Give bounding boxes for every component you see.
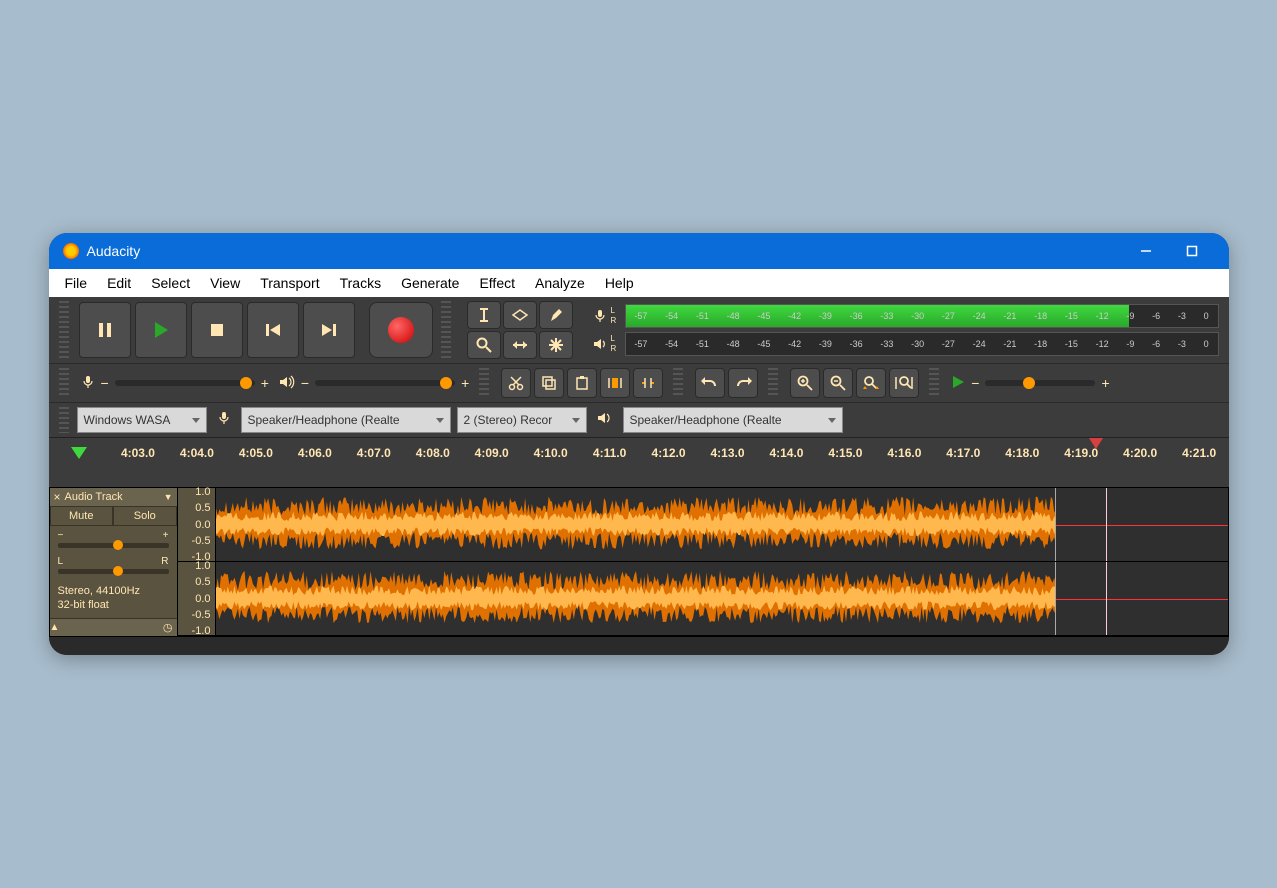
play-button[interactable] xyxy=(135,302,187,358)
toolbar-grip[interactable] xyxy=(59,368,69,398)
waveform-left[interactable] xyxy=(216,488,1228,561)
recording-channels-combo[interactable]: 2 (Stereo) Recor xyxy=(457,407,587,433)
undo-button[interactable] xyxy=(695,368,725,398)
playback-volume-slider[interactable]: − + xyxy=(279,375,469,392)
transport-controls xyxy=(79,302,355,358)
zoom-out-button[interactable] xyxy=(823,368,853,398)
vertical-scale[interactable]: 1.0 0.5 0.0 -0.5 -1.0 xyxy=(178,562,216,635)
track-dropdown-icon[interactable]: ▼ xyxy=(164,492,173,502)
toolbar-grip[interactable] xyxy=(59,301,69,359)
pause-button[interactable] xyxy=(79,302,131,358)
toolbar-grip[interactable] xyxy=(479,368,489,398)
audio-host-combo[interactable]: Windows WASA xyxy=(77,407,207,433)
zoom-in-button[interactable] xyxy=(790,368,820,398)
fit-project-button[interactable] xyxy=(889,368,919,398)
audio-track: × Audio Track ▼ Mute Solo −+ LR Ster xyxy=(49,487,1229,637)
silence-button[interactable] xyxy=(633,368,663,398)
close-track-button[interactable]: × xyxy=(54,490,61,504)
stop-button[interactable] xyxy=(191,302,243,358)
timeline-ruler[interactable]: 4:03.04:04.04:05.04:06.04:07.04:08.04:09… xyxy=(49,437,1229,467)
toolbar-grip[interactable] xyxy=(59,407,69,433)
playback-device-combo[interactable]: Speaker/Headphone (Realte xyxy=(623,407,843,433)
skip-start-button[interactable] xyxy=(247,302,299,358)
playback-meter[interactable]: LR -57-54-51-48-45-42-39-36-33-30-27-24-… xyxy=(589,331,1219,357)
solo-button[interactable]: Solo xyxy=(113,506,177,526)
pan-slider[interactable]: LR xyxy=(50,552,177,578)
mic-icon xyxy=(213,411,235,430)
trim-button[interactable] xyxy=(600,368,630,398)
redo-button[interactable] xyxy=(728,368,758,398)
menu-select[interactable]: Select xyxy=(141,275,200,291)
menu-view[interactable]: View xyxy=(200,275,250,291)
track-name[interactable]: Audio Track xyxy=(65,491,160,503)
draw-tool[interactable] xyxy=(539,301,573,329)
paste-button[interactable] xyxy=(567,368,597,398)
collapse-button[interactable]: ▲ xyxy=(50,622,60,633)
envelope-tool[interactable] xyxy=(503,301,537,329)
menu-file[interactable]: File xyxy=(55,275,98,291)
menu-effect[interactable]: Effect xyxy=(469,275,525,291)
toolbar-grip[interactable] xyxy=(768,368,778,398)
gain-slider[interactable]: −+ xyxy=(50,526,177,552)
fit-selection-button[interactable] xyxy=(856,368,886,398)
zoom-toolbar xyxy=(790,368,919,398)
cut-button[interactable] xyxy=(501,368,531,398)
speaker-icon xyxy=(279,375,295,392)
track-area: × Audio Track ▼ Mute Solo −+ LR Ster xyxy=(49,467,1229,655)
recording-meter[interactable]: LR -57-54-51-48-45-42-39-36-33-30-27-24-… xyxy=(589,303,1219,329)
vertical-scale[interactable]: 1.0 0.5 0.0 -0.5 -1.0 xyxy=(178,488,216,561)
waveform-right[interactable] xyxy=(216,562,1228,635)
app-title: Audacity xyxy=(87,243,141,259)
speaker-icon xyxy=(589,333,611,355)
mute-button[interactable]: Mute xyxy=(50,506,114,526)
titlebar[interactable]: Audacity xyxy=(49,233,1229,269)
app-icon xyxy=(63,243,79,259)
track-control-panel: × Audio Track ▼ Mute Solo −+ LR Ster xyxy=(50,488,178,636)
right-channel: 1.0 0.5 0.0 -0.5 -1.0 xyxy=(178,562,1228,636)
selection-tool[interactable] xyxy=(467,301,501,329)
copy-button[interactable] xyxy=(534,368,564,398)
recording-volume-slider[interactable]: − + xyxy=(81,375,269,392)
menu-edit[interactable]: Edit xyxy=(97,275,141,291)
menu-help[interactable]: Help xyxy=(595,275,644,291)
menu-analyze[interactable]: Analyze xyxy=(525,275,595,291)
record-icon xyxy=(388,317,414,343)
track-info: Stereo, 44100Hz 32-bit float xyxy=(50,578,177,618)
zoom-tool[interactable] xyxy=(467,331,501,359)
menubar: File Edit Select View Transport Tracks G… xyxy=(49,269,1229,297)
maximize-button[interactable] xyxy=(1169,233,1215,269)
left-channel: 1.0 0.5 0.0 -0.5 -1.0 xyxy=(178,488,1228,562)
multi-tool[interactable] xyxy=(539,331,573,359)
mic-icon xyxy=(81,375,95,392)
toolbars: LR -57-54-51-48-45-42-39-36-33-30-27-24-… xyxy=(49,297,1229,467)
minimize-button[interactable] xyxy=(1123,233,1169,269)
playhead-marker[interactable] xyxy=(1089,438,1103,449)
play-at-speed[interactable]: − + xyxy=(951,375,1109,392)
toolbar-grip[interactable] xyxy=(929,368,939,398)
skip-end-button[interactable] xyxy=(303,302,355,358)
tools-toolbar xyxy=(467,301,573,359)
play-icon xyxy=(951,375,965,392)
record-button[interactable] xyxy=(369,302,433,358)
application-window: Audacity File Edit Select View Transport… xyxy=(49,233,1229,655)
menu-generate[interactable]: Generate xyxy=(391,275,469,291)
menu-tracks[interactable]: Tracks xyxy=(330,275,391,291)
undo-toolbar xyxy=(695,368,758,398)
recording-device-combo[interactable]: Speaker/Headphone (Realte xyxy=(241,407,451,433)
mic-icon xyxy=(589,305,611,327)
toolbar-grip[interactable] xyxy=(441,301,451,359)
timeshift-tool[interactable] xyxy=(503,331,537,359)
toolbar-grip[interactable] xyxy=(673,368,683,398)
quickplay-start-marker[interactable] xyxy=(71,447,87,459)
menu-transport[interactable]: Transport xyxy=(250,275,329,291)
track-menu-icon[interactable]: ◷ xyxy=(163,621,173,634)
edit-toolbar xyxy=(501,368,663,398)
speaker-icon xyxy=(593,411,617,430)
